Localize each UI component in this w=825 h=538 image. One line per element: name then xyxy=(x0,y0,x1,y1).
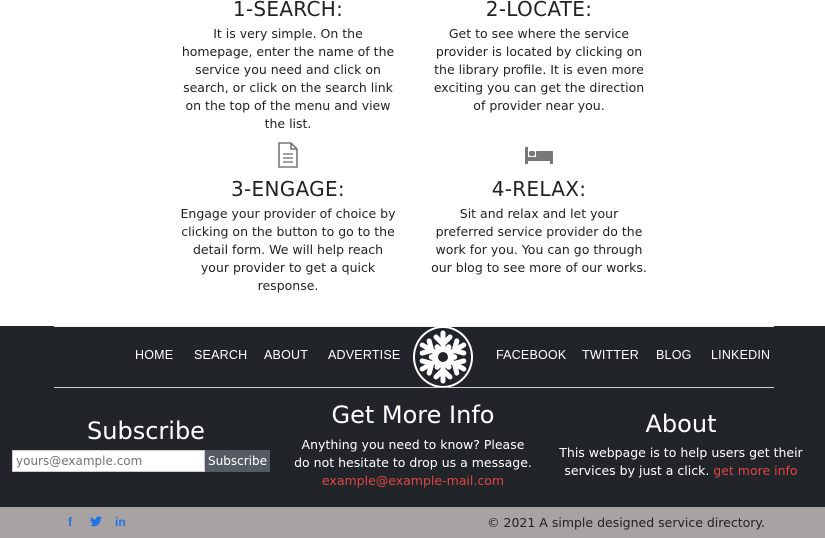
logo[interactable] xyxy=(413,326,473,388)
step-title: 1-SEARCH: xyxy=(232,0,344,21)
bottom-bar: f in © 2021 A simple designed service di… xyxy=(0,507,825,538)
divider xyxy=(54,326,774,327)
snowflake-icon xyxy=(415,330,471,386)
subscribe-button[interactable]: Subscribe xyxy=(205,450,270,472)
more-info-text: Anything you need to know? Please do not… xyxy=(294,437,532,470)
nav-home-link[interactable]: HOME xyxy=(135,348,173,362)
subscribe-form: Subscribe xyxy=(12,450,270,472)
nav-linkedin-link[interactable]: LINKEDIN xyxy=(711,348,770,362)
email-link[interactable]: example@example-mail.com xyxy=(322,473,504,488)
about-section: About This webpage is to help users get … xyxy=(548,411,814,480)
nav-advertise-link[interactable]: ADVERTISE xyxy=(328,348,400,362)
step-text: Sit and relax and let your preferred ser… xyxy=(431,206,647,275)
step-locate: 2-LOCATE: Get to see where the service p… xyxy=(429,0,649,115)
step-text: It is very simple. On the homepage, ente… xyxy=(181,26,395,131)
copyright-text: © 2021 A simple designed service directo… xyxy=(487,515,765,530)
nav-twitter-link[interactable]: TWITTER xyxy=(582,348,639,362)
step-title: 4-RELAX: xyxy=(491,177,587,201)
get-more-info-link[interactable]: get more info xyxy=(713,463,797,478)
step-search: 1-SEARCH: It is very simple. On the home… xyxy=(178,0,398,133)
step-title: 2-LOCATE: xyxy=(485,0,593,21)
divider xyxy=(54,387,774,388)
step-title: 3-ENGAGE: xyxy=(231,177,345,201)
twitter-icon[interactable] xyxy=(90,516,102,527)
nav-search-link[interactable]: SEARCH xyxy=(194,348,247,362)
subscribe-email-input[interactable] xyxy=(12,450,205,472)
about-text: This webpage is to help users get their … xyxy=(548,444,814,480)
step-text: Engage your provider of choice by clicki… xyxy=(180,206,396,293)
step-engage: 3-ENGAGE: Engage your provider of choice… xyxy=(178,142,398,295)
linkedin-icon[interactable]: in xyxy=(115,515,126,529)
how-it-works-section: 1-SEARCH: It is very simple. On the home… xyxy=(0,0,825,326)
bed-icon xyxy=(525,147,553,164)
nav-about-link[interactable]: ABOUT xyxy=(264,348,308,362)
document-icon xyxy=(278,142,298,168)
subscribe-title: Subscribe xyxy=(87,417,205,445)
subscribe-section: Subscribe xyxy=(12,418,280,444)
nav-blog-link[interactable]: BLOG xyxy=(656,348,692,362)
footer: HOME SEARCH ABOUT ADVERTISE FACEBOOK TWI… xyxy=(0,326,825,507)
more-info-section: Get More Info Anything you need to know?… xyxy=(293,402,533,490)
nav-facebook-link[interactable]: FACEBOOK xyxy=(496,348,566,362)
step-text: Get to see where the service provider is… xyxy=(433,26,645,113)
about-title: About xyxy=(645,410,717,438)
step-relax: 4-RELAX: Sit and relax and let your pref… xyxy=(429,142,649,277)
more-info-title: Get More Info xyxy=(331,401,495,429)
facebook-icon[interactable]: f xyxy=(68,515,72,529)
